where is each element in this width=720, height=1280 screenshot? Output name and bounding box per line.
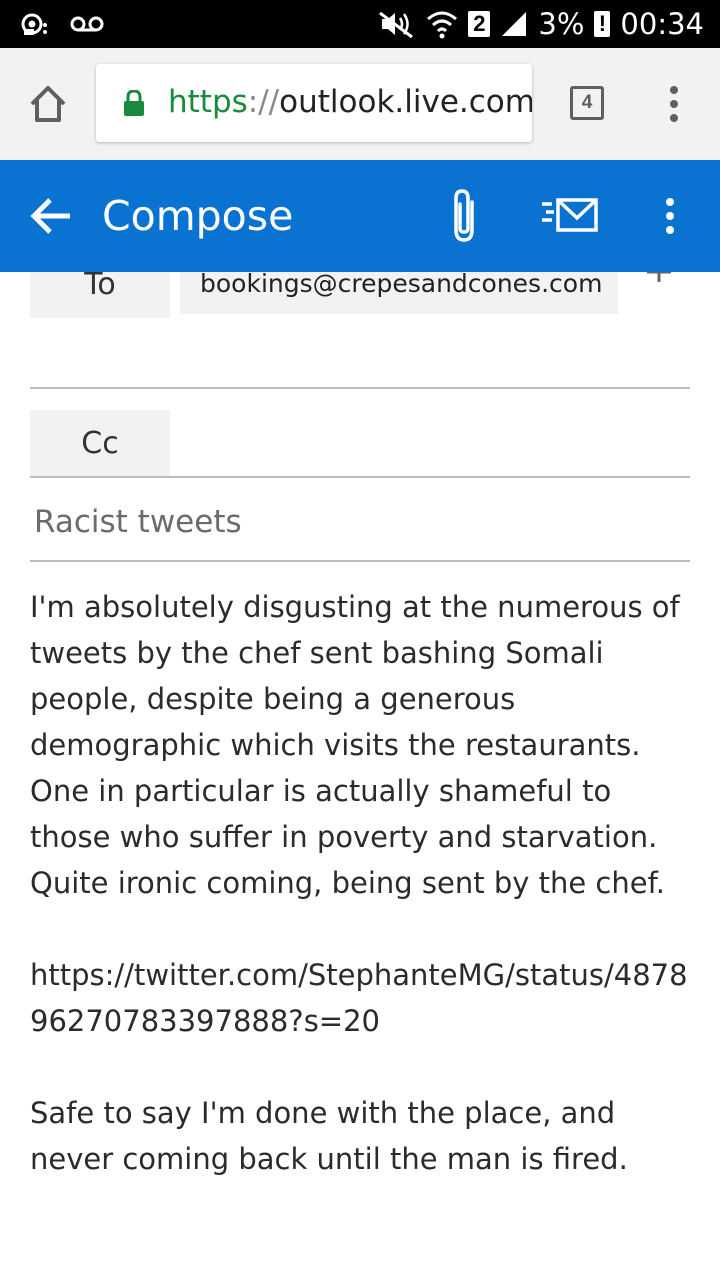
overflow-menu-icon[interactable] — [660, 82, 688, 126]
address-bar[interactable]: https://outlook.live.com/ — [96, 64, 532, 142]
battery-percent: 3% — [538, 7, 585, 41]
send-icon[interactable] — [538, 194, 600, 238]
mute-icon — [379, 11, 414, 39]
url-host: outlook.live.com/ — [279, 84, 532, 120]
menu-dot — [670, 114, 678, 122]
status-bar: 2 3% ! 00:34 — [0, 0, 720, 48]
subject-divider — [30, 560, 690, 562]
wifi-call-icon — [21, 13, 47, 35]
subject-field[interactable]: Racist tweets — [34, 500, 690, 544]
status-right: 2 3% ! 00:34 — [376, 0, 704, 48]
status-left — [18, 10, 104, 38]
back-arrow-icon[interactable] — [30, 196, 74, 236]
menu-dot — [670, 86, 678, 94]
menu-dot — [666, 198, 674, 206]
add-recipient-icon[interactable] — [642, 272, 676, 286]
compose-overflow-menu-icon[interactable] — [656, 194, 684, 238]
body-paragraph: I'm absolutely disgusting at the numerou… — [30, 590, 689, 900]
lock-icon — [124, 90, 144, 116]
body-paragraph: Safe to say I'm done with the place, and… — [30, 1096, 628, 1176]
tab-switcher-button[interactable]: 4 — [570, 86, 604, 120]
url-scheme: https — [168, 84, 248, 120]
battery-alert-icon: ! — [594, 11, 611, 37]
menu-dot — [666, 226, 674, 234]
paperclip-icon[interactable] — [446, 188, 486, 244]
page-title: Compose — [102, 192, 294, 240]
clock: 00:34 — [620, 7, 704, 41]
sim-badge: 2 — [468, 11, 491, 37]
menu-dot — [666, 212, 674, 220]
browser-toolbar: https://outlook.live.com/ 4 — [0, 48, 720, 160]
signal-icon — [502, 12, 527, 36]
message-body[interactable]: I'm absolutely disgusting at the numerou… — [30, 584, 694, 1182]
menu-dot — [670, 100, 678, 108]
to-recipient-chip[interactable]: bookings@crepesandcones.com — [180, 272, 618, 314]
home-icon[interactable] — [26, 82, 70, 126]
cc-input[interactable] — [180, 410, 690, 476]
compose-app-bar: Compose — [0, 160, 720, 272]
cc-label: Cc — [30, 410, 170, 476]
compose-form: To bookings@crepesandcones.com Cc Racist… — [0, 272, 720, 1280]
voicemail-icon — [70, 16, 104, 32]
wifi-icon — [427, 11, 458, 39]
body-link[interactable]: https://twitter.com/StephanteMG/status/4… — [30, 952, 694, 1044]
url-text: https://outlook.live.com/ — [168, 82, 532, 122]
body-spacer — [30, 906, 694, 952]
url-separator: :// — [247, 84, 280, 120]
to-label: To — [30, 272, 170, 318]
to-divider — [30, 387, 690, 389]
cc-divider — [30, 476, 690, 478]
body-spacer — [30, 1044, 694, 1090]
